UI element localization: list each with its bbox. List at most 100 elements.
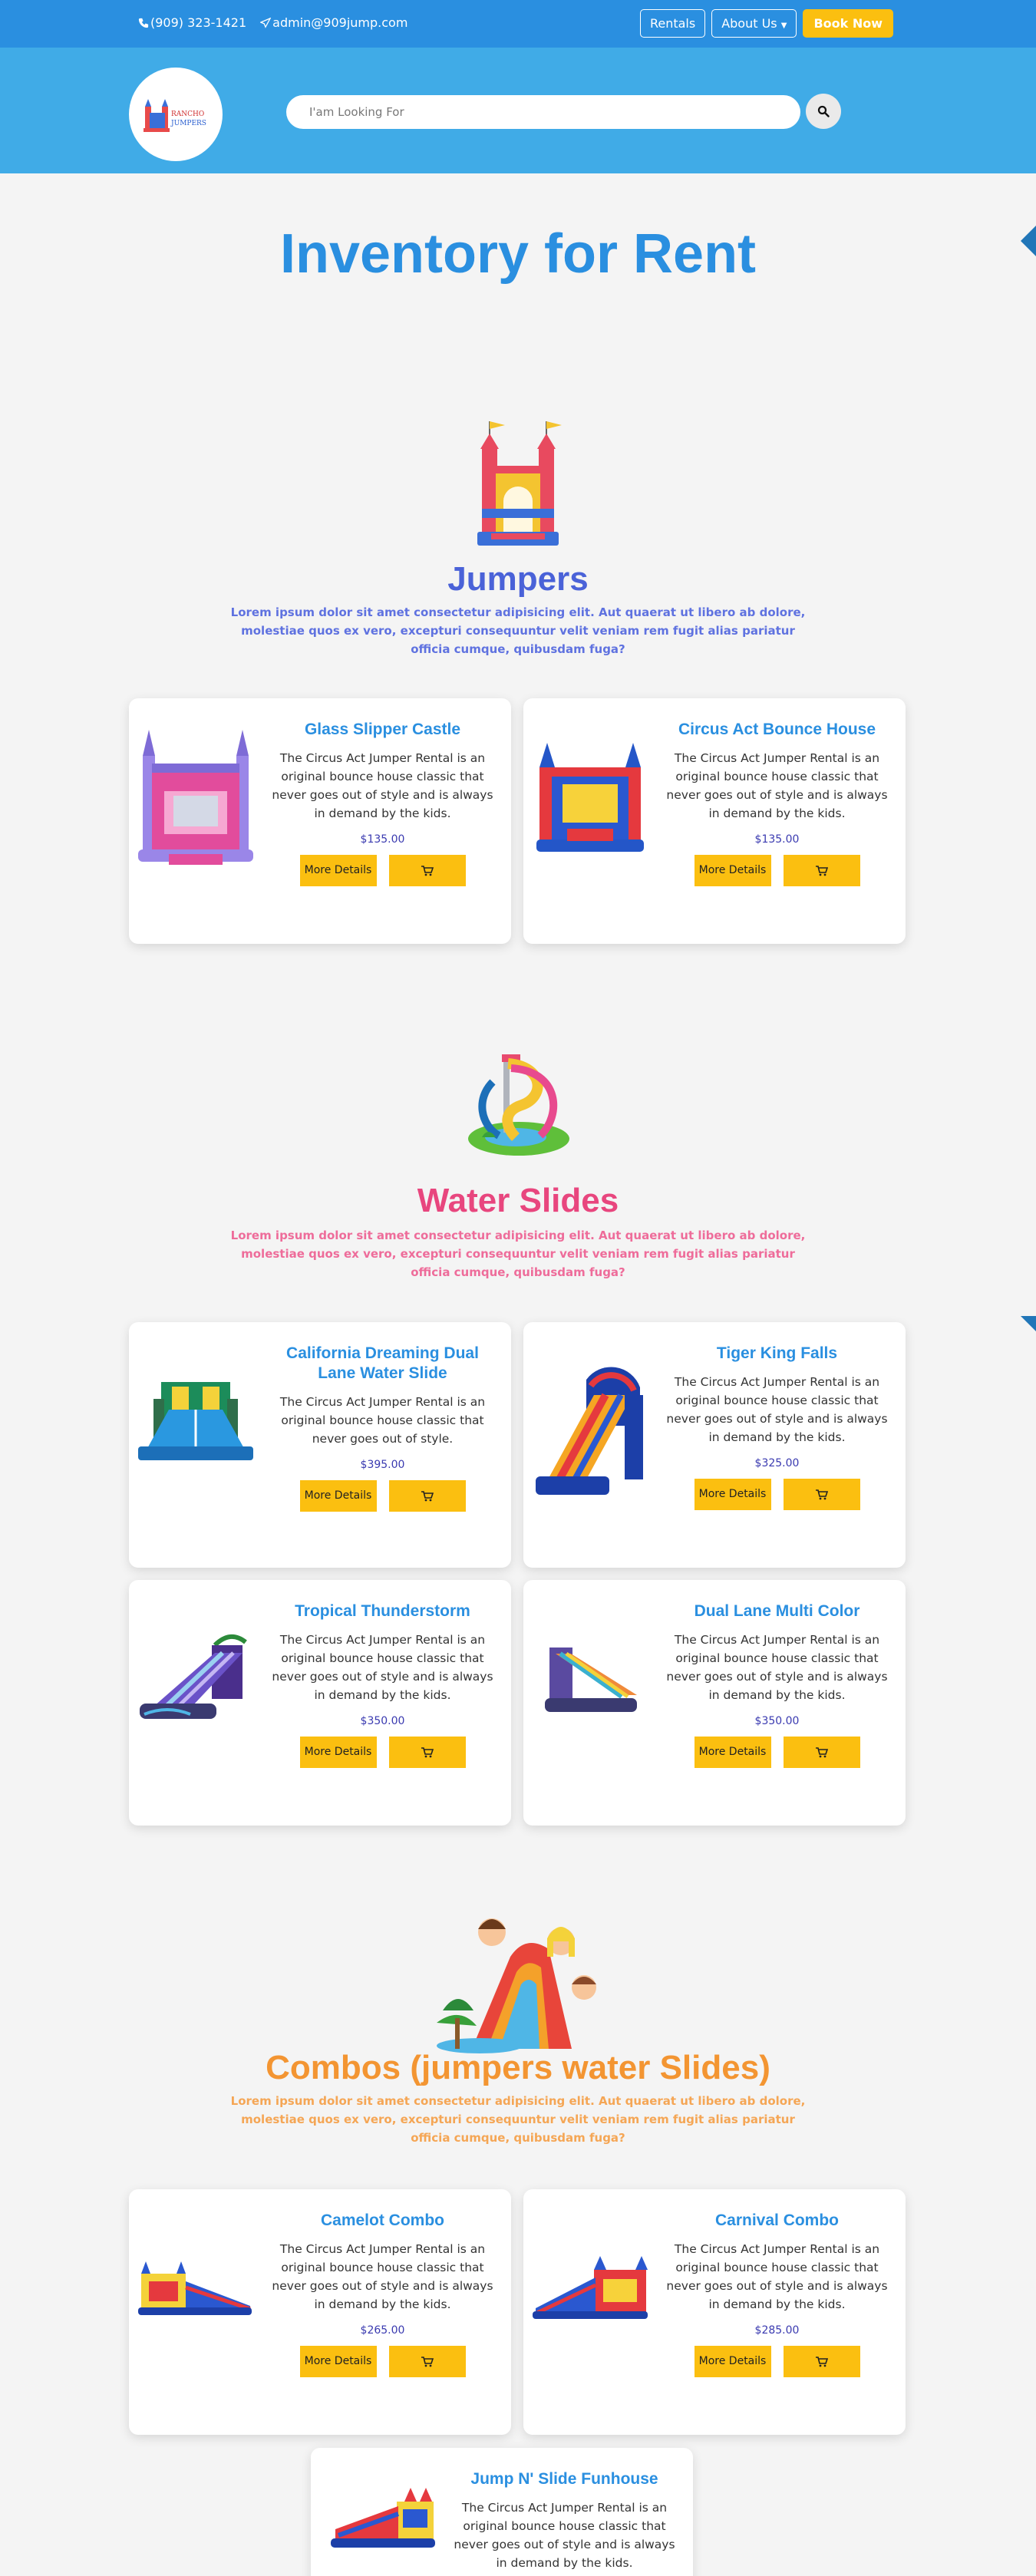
top-bar: (909) 323-1421 admin@909jump.com Rentals… bbox=[0, 0, 1036, 48]
logo[interactable]: RANCHO JUMPERS bbox=[129, 68, 223, 161]
section-desc-combos: Lorem ipsum dolor sit amet consectetur a… bbox=[230, 2094, 806, 2145]
side-tab-corner[interactable] bbox=[1021, 1316, 1036, 1331]
add-to-cart-button[interactable] bbox=[388, 1737, 466, 1768]
product-name[interactable]: Glass Slipper Castle bbox=[266, 720, 500, 740]
product-image[interactable] bbox=[533, 721, 648, 875]
product-info: Circus Act Bounce House The Circus Act J… bbox=[660, 720, 894, 886]
product-desc: The Circus Act Jumper Rental is an origi… bbox=[666, 1375, 888, 1444]
jump-n-slide-image bbox=[331, 2488, 435, 2548]
product-price: $285.00 bbox=[754, 2324, 800, 2337]
product-info: California Dreaming Dual Lane Water Slid… bbox=[266, 1344, 500, 1512]
product-name[interactable]: Tiger King Falls bbox=[660, 1344, 894, 1364]
product-info: Tiger King Falls The Circus Act Jumper R… bbox=[660, 1344, 894, 1510]
cart-icon bbox=[421, 1490, 434, 1501]
product-info: Camelot Combo The Circus Act Jumper Rent… bbox=[266, 2211, 500, 2377]
product-image[interactable] bbox=[533, 1603, 648, 1756]
product-info: Carnival Combo The Circus Act Jumper Ren… bbox=[660, 2211, 894, 2377]
more-details-button[interactable]: More Details bbox=[694, 1479, 771, 1510]
combos-icon-wrap bbox=[0, 1911, 1036, 2057]
product-image[interactable] bbox=[533, 2212, 648, 2366]
product-actions: More Details bbox=[660, 2346, 894, 2377]
product-desc: The Circus Act Jumper Rental is an origi… bbox=[666, 751, 888, 820]
top-nav: Rentals About Us ▼ Book Now bbox=[639, 9, 893, 38]
product-card: Dual Lane Multi Color The Circus Act Jum… bbox=[523, 1580, 906, 1826]
more-details-button[interactable]: More Details bbox=[299, 1480, 377, 1512]
product-info: Jump N' Slide Funhouse The Circus Act Ju… bbox=[447, 2469, 681, 2572]
product-name[interactable]: Tropical Thunderstorm bbox=[266, 1601, 500, 1621]
rentals-button[interactable]: Rentals bbox=[639, 9, 706, 38]
product-price: $135.00 bbox=[754, 833, 800, 846]
product-image[interactable] bbox=[138, 1603, 253, 1756]
product-desc: The Circus Act Jumper Rental is an origi… bbox=[279, 1395, 486, 1446]
add-to-cart-button[interactable] bbox=[783, 855, 860, 886]
search-icon bbox=[817, 105, 830, 117]
cart-icon bbox=[421, 865, 434, 876]
product-desc: The Circus Act Jumper Rental is an origi… bbox=[666, 2242, 888, 2311]
add-to-cart-button[interactable] bbox=[388, 2346, 466, 2377]
search-button[interactable] bbox=[806, 94, 841, 129]
product-name[interactable]: Circus Act Bounce House bbox=[660, 720, 894, 740]
product-name[interactable]: Jump N' Slide Funhouse bbox=[447, 2469, 681, 2489]
product-price: $135.00 bbox=[360, 833, 405, 846]
jumpers-icon-wrap bbox=[0, 418, 1036, 550]
product-card: Circus Act Bounce House The Circus Act J… bbox=[523, 698, 906, 944]
cart-icon bbox=[815, 1489, 828, 1499]
cart-icon bbox=[815, 2356, 828, 2367]
more-details-button[interactable]: More Details bbox=[694, 2346, 771, 2377]
product-desc: The Circus Act Jumper Rental is an origi… bbox=[272, 751, 493, 820]
product-image[interactable] bbox=[138, 1345, 253, 1499]
more-details-button[interactable]: More Details bbox=[299, 855, 377, 886]
product-image[interactable] bbox=[138, 721, 253, 875]
product-name[interactable]: California Dreaming Dual Lane Water Slid… bbox=[266, 1344, 500, 1384]
dual-lane-slide-image bbox=[138, 1382, 253, 1460]
add-to-cart-button[interactable] bbox=[783, 1737, 860, 1768]
product-card: Glass Slipper Castle The Circus Act Jump… bbox=[129, 698, 511, 944]
more-details-button[interactable]: More Details bbox=[694, 855, 771, 886]
phone-number: (909) 323-1421 bbox=[150, 15, 247, 30]
product-price: $325.00 bbox=[754, 1457, 800, 1469]
product-image[interactable] bbox=[138, 2212, 253, 2366]
product-name[interactable]: Dual Lane Multi Color bbox=[660, 1601, 894, 1621]
tropical-thunderstorm-image bbox=[140, 1634, 247, 1719]
contact-info: (909) 323-1421 admin@909jump.com bbox=[138, 15, 407, 30]
water-slides-icon-wrap bbox=[0, 1051, 1036, 1159]
product-image[interactable] bbox=[533, 1361, 648, 1506]
email-link[interactable]: admin@909jump.com bbox=[260, 15, 407, 30]
more-details-button[interactable]: More Details bbox=[694, 1737, 771, 1768]
product-actions: More Details bbox=[660, 855, 894, 886]
product-card: Carnival Combo The Circus Act Jumper Ren… bbox=[523, 2189, 906, 2435]
product-card: Tropical Thunderstorm The Circus Act Jum… bbox=[129, 1580, 511, 1826]
water-slide-icon bbox=[468, 1054, 569, 1156]
product-price: $395.00 bbox=[360, 1459, 405, 1471]
header-band: RANCHO JUMPERS bbox=[0, 48, 1036, 173]
add-to-cart-button[interactable] bbox=[783, 2346, 860, 2377]
section-title-jumpers: Jumpers bbox=[447, 560, 589, 598]
product-name[interactable]: Camelot Combo bbox=[266, 2211, 500, 2231]
email-address: admin@909jump.com bbox=[272, 15, 408, 30]
cart-icon bbox=[815, 865, 828, 876]
logo-text-jumpers: JUMPERS bbox=[170, 120, 206, 127]
more-details-button[interactable]: More Details bbox=[299, 1737, 377, 1768]
more-details-button[interactable]: More Details bbox=[299, 2346, 377, 2377]
book-now-button[interactable]: Book Now bbox=[803, 9, 893, 38]
camelot-combo-image bbox=[138, 2261, 252, 2315]
phone-link[interactable]: (909) 323-1421 bbox=[138, 15, 246, 30]
about-us-dropdown[interactable]: About Us ▼ bbox=[711, 9, 797, 38]
product-actions: More Details bbox=[266, 2346, 500, 2377]
product-desc: The Circus Act Jumper Rental is an origi… bbox=[272, 2242, 493, 2311]
product-info: Glass Slipper Castle The Circus Act Jump… bbox=[266, 720, 500, 886]
chevron-down-icon: ▼ bbox=[780, 21, 787, 30]
cart-icon bbox=[421, 2356, 434, 2367]
pink-castle-image bbox=[138, 730, 253, 865]
product-card: Camelot Combo The Circus Act Jumper Rent… bbox=[129, 2189, 511, 2435]
search-input[interactable] bbox=[286, 95, 800, 129]
add-to-cart-button[interactable] bbox=[388, 1480, 466, 1512]
kids-slide-icon bbox=[437, 1918, 596, 2053]
product-desc: The Circus Act Jumper Rental is an origi… bbox=[272, 1633, 493, 1702]
carnival-combo-image bbox=[533, 2256, 648, 2319]
page-title: Inventory for Rent bbox=[279, 223, 757, 285]
product-image[interactable] bbox=[320, 2475, 435, 2560]
product-name[interactable]: Carnival Combo bbox=[660, 2211, 894, 2231]
add-to-cart-button[interactable] bbox=[388, 855, 466, 886]
add-to-cart-button[interactable] bbox=[783, 1479, 860, 1510]
